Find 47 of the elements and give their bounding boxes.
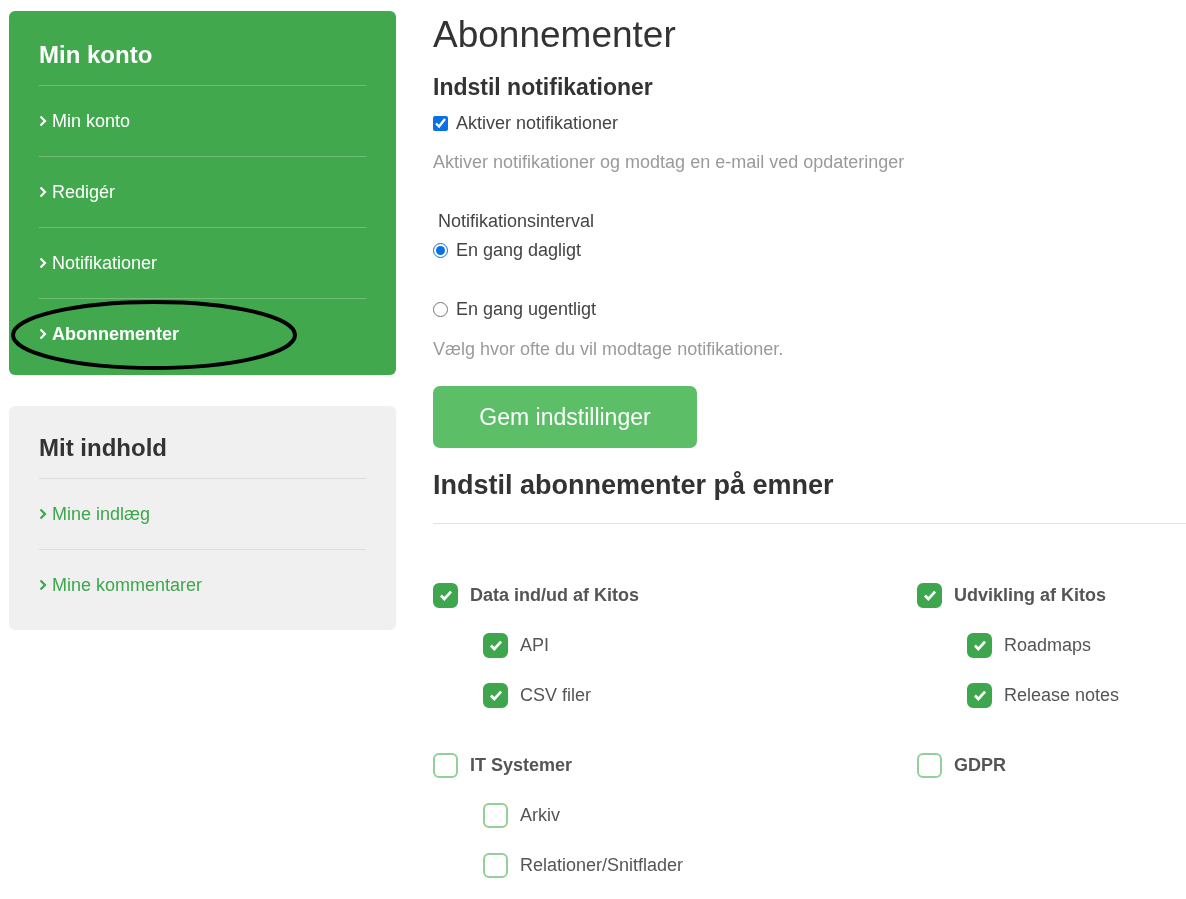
help-text: Aktiver notifikationer og modtag en e-mail ved opdateringer [433, 152, 906, 173]
checkbox[interactable] [483, 802, 508, 828]
panel-title: Mit indhold [39, 430, 366, 479]
sidebar-link[interactable]: Mine indlæg [39, 479, 366, 550]
radio-button[interactable] [433, 302, 448, 317]
topic-label: GDPR [954, 754, 1006, 776]
topic-label: Release notes [1004, 684, 1120, 706]
topic-label: Arkiv [520, 804, 560, 826]
checkbox[interactable] [433, 752, 458, 778]
topic-label: IT Systemer [470, 754, 573, 776]
checkbox[interactable] [433, 582, 458, 608]
sidebar-link[interactable]: Mine kommentarer [39, 550, 366, 620]
checkbox[interactable] [917, 582, 942, 608]
chevron-icon [39, 257, 47, 269]
topic-label: Data ind/ud af Kitos [470, 584, 639, 606]
radio-label: En gang ugentligt [456, 299, 597, 320]
topic-label: CSV filer [520, 684, 591, 706]
checkbox[interactable] [483, 682, 508, 708]
checkbox[interactable] [483, 852, 508, 878]
sidebar-link[interactable]: Redigér [39, 157, 366, 227]
sidebar-link[interactable]: Abonnementer [39, 299, 366, 369]
checkbox[interactable] [433, 116, 448, 131]
help-text: Vælg hvor ofte du vil modtage notifikationer. [433, 339, 785, 360]
section-heading: Indstil abonnementer på emner [433, 470, 835, 501]
topic-label: Udvikling af Kitos [954, 584, 1106, 606]
chevron-icon [39, 186, 47, 198]
topic-label: Roadmaps [1004, 634, 1092, 656]
checkbox[interactable] [967, 632, 992, 658]
checkbox[interactable] [483, 632, 508, 658]
topic-label: API [520, 634, 549, 656]
panel-title: Min konto [39, 35, 366, 86]
chevron-icon [39, 579, 47, 591]
checkbox[interactable] [967, 682, 992, 708]
field-label: Notifikationsinterval [438, 211, 596, 232]
section-heading: Indstil notifikationer [433, 74, 654, 101]
topic-label: Relationer/Snitflader [520, 854, 684, 876]
chevron-icon [39, 328, 47, 340]
chevron-icon [39, 115, 47, 127]
page-title: Abonnementer [433, 14, 677, 56]
sidebar-link[interactable]: Min konto [39, 86, 366, 156]
radio-label: En gang dagligt [456, 240, 582, 261]
save-button[interactable]: Gem indstillinger [433, 386, 697, 448]
chevron-icon [39, 508, 47, 520]
radio-button[interactable] [433, 243, 448, 258]
checkbox[interactable] [917, 752, 942, 778]
sidebar-link[interactable]: Notifikationer [39, 228, 366, 298]
checkbox-label: Aktiver notifikationer [456, 113, 619, 134]
